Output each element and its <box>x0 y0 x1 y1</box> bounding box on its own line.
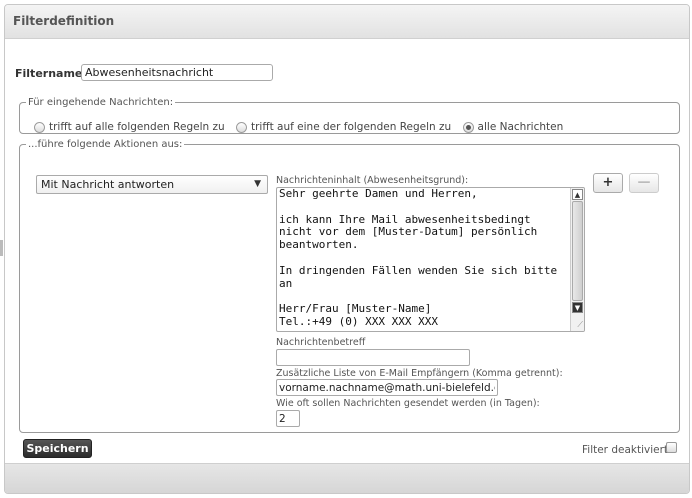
radio-all-rules[interactable] <box>34 121 45 133</box>
message-body-text[interactable]: Sehr geehrte Damen und Herren, ich kann … <box>279 188 569 331</box>
incoming-messages-legend: Für eingehende Nachrichten: <box>28 97 174 108</box>
incoming-messages-group: Für eingehende Nachrichten: trifft auf a… <box>19 97 680 134</box>
body-label: Nachrichteninhalt (Abwesenheitsgrund): <box>276 175 469 186</box>
option-all-rules[interactable]: trifft auf alle folgenden Regeln zu <box>34 121 225 133</box>
scroll-up-icon[interactable]: ▲ <box>572 189 583 200</box>
scroll-down-icon[interactable]: ▼ <box>572 302 583 313</box>
action-select[interactable]: Mit Nachricht antworten ▼ <box>36 175 268 194</box>
remove-action-button[interactable]: — <box>629 173 659 193</box>
save-button[interactable]: Speichern <box>23 439 92 458</box>
window-edge-marker <box>0 240 3 256</box>
dialog-footer-bar <box>5 463 689 493</box>
actions-group: ...führe folgende Aktionen aus: Mit Nach… <box>19 139 680 433</box>
message-body-textarea[interactable]: Sehr geehrte Damen und Herren, ich kann … <box>276 187 585 332</box>
radio-any-rule[interactable] <box>236 121 247 133</box>
deactivate-label: Filter deaktiviert <box>582 444 669 456</box>
textarea-scrollbar[interactable]: ▲ ▼ <box>570 188 584 331</box>
option-any-rule[interactable]: trifft auf eine der folgenden Regeln zu <box>236 121 451 133</box>
days-input[interactable] <box>276 410 300 427</box>
option-all-rules-label: trifft auf alle folgenden Regeln zu <box>49 121 225 133</box>
filtername-input[interactable] <box>81 64 273 81</box>
add-action-button[interactable]: + <box>593 173 623 193</box>
dialog-title: Filterdefinition <box>5 5 689 39</box>
days-label: Wie oft sollen Nachrichten gesendet werd… <box>276 398 540 409</box>
radio-all-messages[interactable] <box>462 121 474 133</box>
option-all-messages-label: alle Nachrichten <box>477 121 564 133</box>
recipients-label: Zusätzliche Liste von E-Mail Empfängern … <box>276 368 563 379</box>
resize-grip-icon[interactable]: ⟋ <box>577 320 583 330</box>
filtername-label: Filtername: <box>15 67 87 80</box>
action-select-value: Mit Nachricht antworten <box>41 178 175 191</box>
match-options: trifft auf alle folgenden Regeln zu trif… <box>34 121 571 136</box>
dropdown-arrow-icon: ▼ <box>254 179 261 189</box>
subject-label: Nachrichtenbetreff <box>276 337 366 348</box>
actions-legend: ...führe folgende Aktionen aus: <box>28 139 183 150</box>
recipients-input[interactable] <box>276 379 498 396</box>
subject-input[interactable] <box>276 349 470 366</box>
option-any-rule-label: trifft auf eine der folgenden Regeln zu <box>251 121 452 133</box>
filter-dialog: Filterdefinition Filtername: Für eingehe… <box>4 4 690 494</box>
option-all-messages[interactable]: alle Nachrichten <box>462 121 564 133</box>
scroll-thumb[interactable] <box>572 201 583 301</box>
deactivate-checkbox[interactable] <box>666 442 677 453</box>
